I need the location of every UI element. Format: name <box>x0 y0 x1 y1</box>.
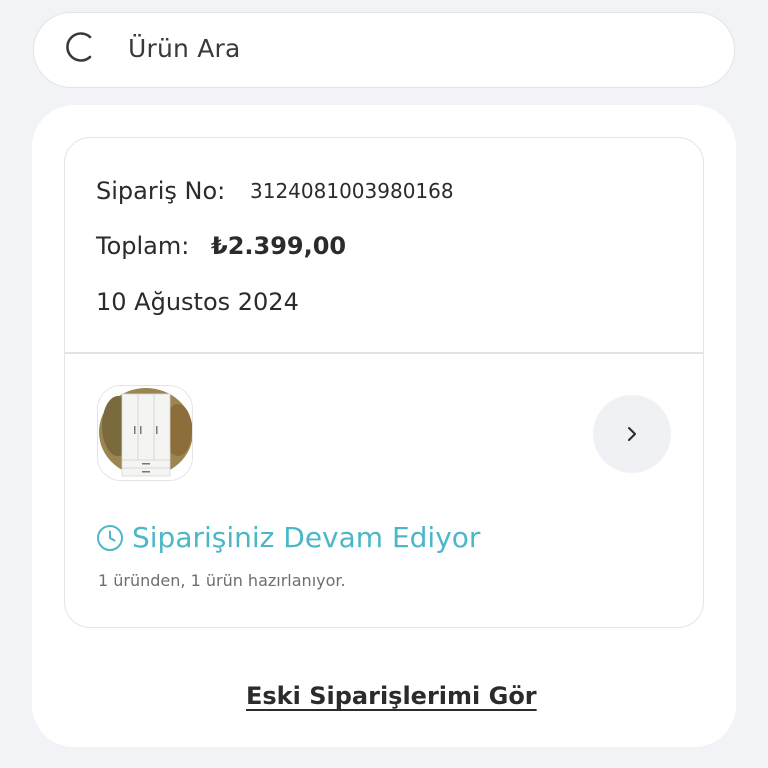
order-date: 10 Ağustos 2024 <box>96 288 299 316</box>
search-input[interactable]: Ürün Ara <box>128 34 241 64</box>
product-thumbnail[interactable] <box>97 385 193 481</box>
total-value: ₺2.399,00 <box>211 232 347 260</box>
old-orders-link[interactable]: Eski Siparişlerimi Gör <box>246 680 537 712</box>
wardrobe-image <box>98 386 192 480</box>
order-details-button[interactable] <box>593 395 671 473</box>
card-divider <box>65 352 703 354</box>
status-subtext: 1 üründen, 1 ürün hazırlanıyor. <box>98 571 346 590</box>
order-no-label: Sipariş No: <box>96 177 226 205</box>
chevron-right-icon <box>628 427 636 441</box>
clock-icon <box>97 525 123 551</box>
order-no-value: 3124081003980168 <box>250 179 454 203</box>
status-text: Siparişiniz Devam Ediyor <box>132 521 481 554</box>
order-status: Siparişiniz Devam Ediyor <box>96 520 480 556</box>
total-label: Toplam: <box>96 232 190 260</box>
search-icon <box>66 32 92 62</box>
